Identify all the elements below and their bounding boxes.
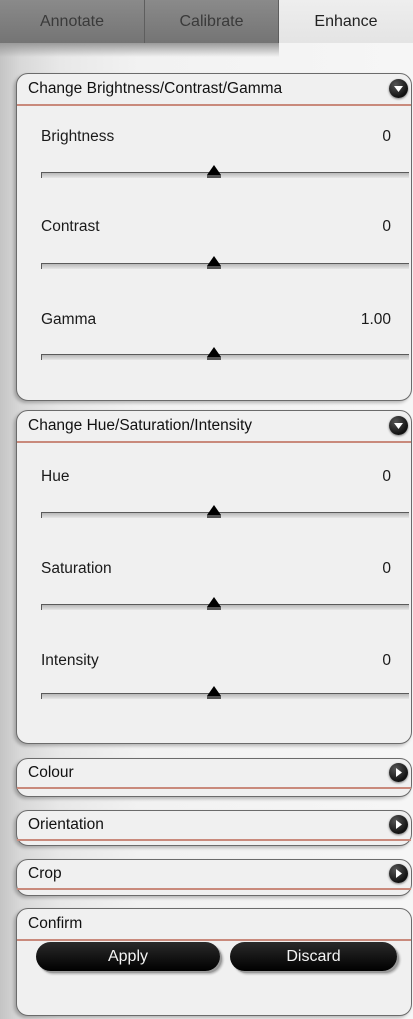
panel-title: Orientation [28, 816, 104, 833]
hue-label: Hue [41, 468, 70, 485]
tab-enhance[interactable]: Enhance [279, 0, 413, 43]
panel-header: Confirm [17, 909, 411, 941]
hue-slider[interactable] [41, 505, 409, 518]
panel-title: Colour [28, 764, 74, 781]
hue-value: 0 [382, 468, 391, 485]
discard-button[interactable]: Discard [230, 942, 397, 971]
intensity-value: 0 [382, 652, 391, 669]
tab-calibrate[interactable]: Calibrate [145, 0, 279, 43]
chevron-right-icon[interactable] [389, 864, 408, 883]
chevron-right-icon[interactable] [389, 763, 408, 782]
brightness-contrast-gamma-panel: Change Brightness/Contrast/Gamma Brightn… [16, 73, 412, 401]
orientation-panel: Orientation [16, 810, 412, 846]
contrast-label: Contrast [41, 218, 100, 235]
tab-bar: Annotate Calibrate Enhance [0, 0, 413, 43]
tab-annotate[interactable]: Annotate [0, 0, 145, 43]
confirm-panel: Confirm Apply Discard [16, 908, 412, 1016]
contrast-slider[interactable] [41, 256, 409, 269]
panel-header[interactable]: Orientation [17, 811, 411, 841]
colour-panel: Colour [16, 758, 412, 797]
panel-title: Confirm [28, 915, 83, 932]
panel-title: Crop [28, 865, 62, 882]
slider-thumb[interactable] [204, 255, 224, 271]
gamma-slider[interactable] [41, 347, 409, 360]
contrast-value: 0 [382, 218, 391, 235]
slider-thumb[interactable] [204, 346, 224, 362]
panel-title: Change Hue/Saturation/Intensity [28, 417, 253, 434]
brightness-value: 0 [382, 128, 391, 145]
gamma-label: Gamma [41, 311, 97, 328]
tab-bar-shadow [0, 43, 279, 57]
saturation-value: 0 [382, 560, 391, 577]
chevron-down-icon[interactable] [389, 79, 408, 98]
panel-header[interactable]: Crop [17, 860, 411, 890]
slider-thumb[interactable] [204, 596, 224, 612]
panel-header[interactable]: Change Hue/Saturation/Intensity [17, 411, 411, 443]
panel-title: Change Brightness/Contrast/Gamma [28, 80, 283, 97]
saturation-slider[interactable] [41, 597, 409, 610]
panel-header[interactable]: Change Brightness/Contrast/Gamma [17, 74, 411, 106]
saturation-label: Saturation [41, 560, 112, 577]
brightness-label: Brightness [41, 128, 115, 145]
gamma-value: 1.00 [360, 311, 391, 328]
enhance-panel-window: Annotate Calibrate Enhance Change Bright… [0, 0, 413, 1019]
panel-header[interactable]: Colour [17, 759, 411, 789]
hue-saturation-intensity-panel: Change Hue/Saturation/Intensity Hue 0 Sa… [16, 410, 412, 744]
intensity-slider[interactable] [41, 686, 409, 699]
chevron-down-icon[interactable] [389, 416, 408, 435]
slider-thumb[interactable] [204, 504, 224, 520]
brightness-slider[interactable] [41, 165, 409, 178]
chevron-right-icon[interactable] [389, 815, 408, 834]
crop-panel: Crop [16, 859, 412, 896]
slider-thumb[interactable] [204, 164, 224, 180]
confirm-button-row: Apply Discard [17, 941, 411, 981]
slider-thumb[interactable] [204, 685, 224, 701]
intensity-label: Intensity [41, 652, 99, 669]
apply-button[interactable]: Apply [36, 942, 220, 971]
